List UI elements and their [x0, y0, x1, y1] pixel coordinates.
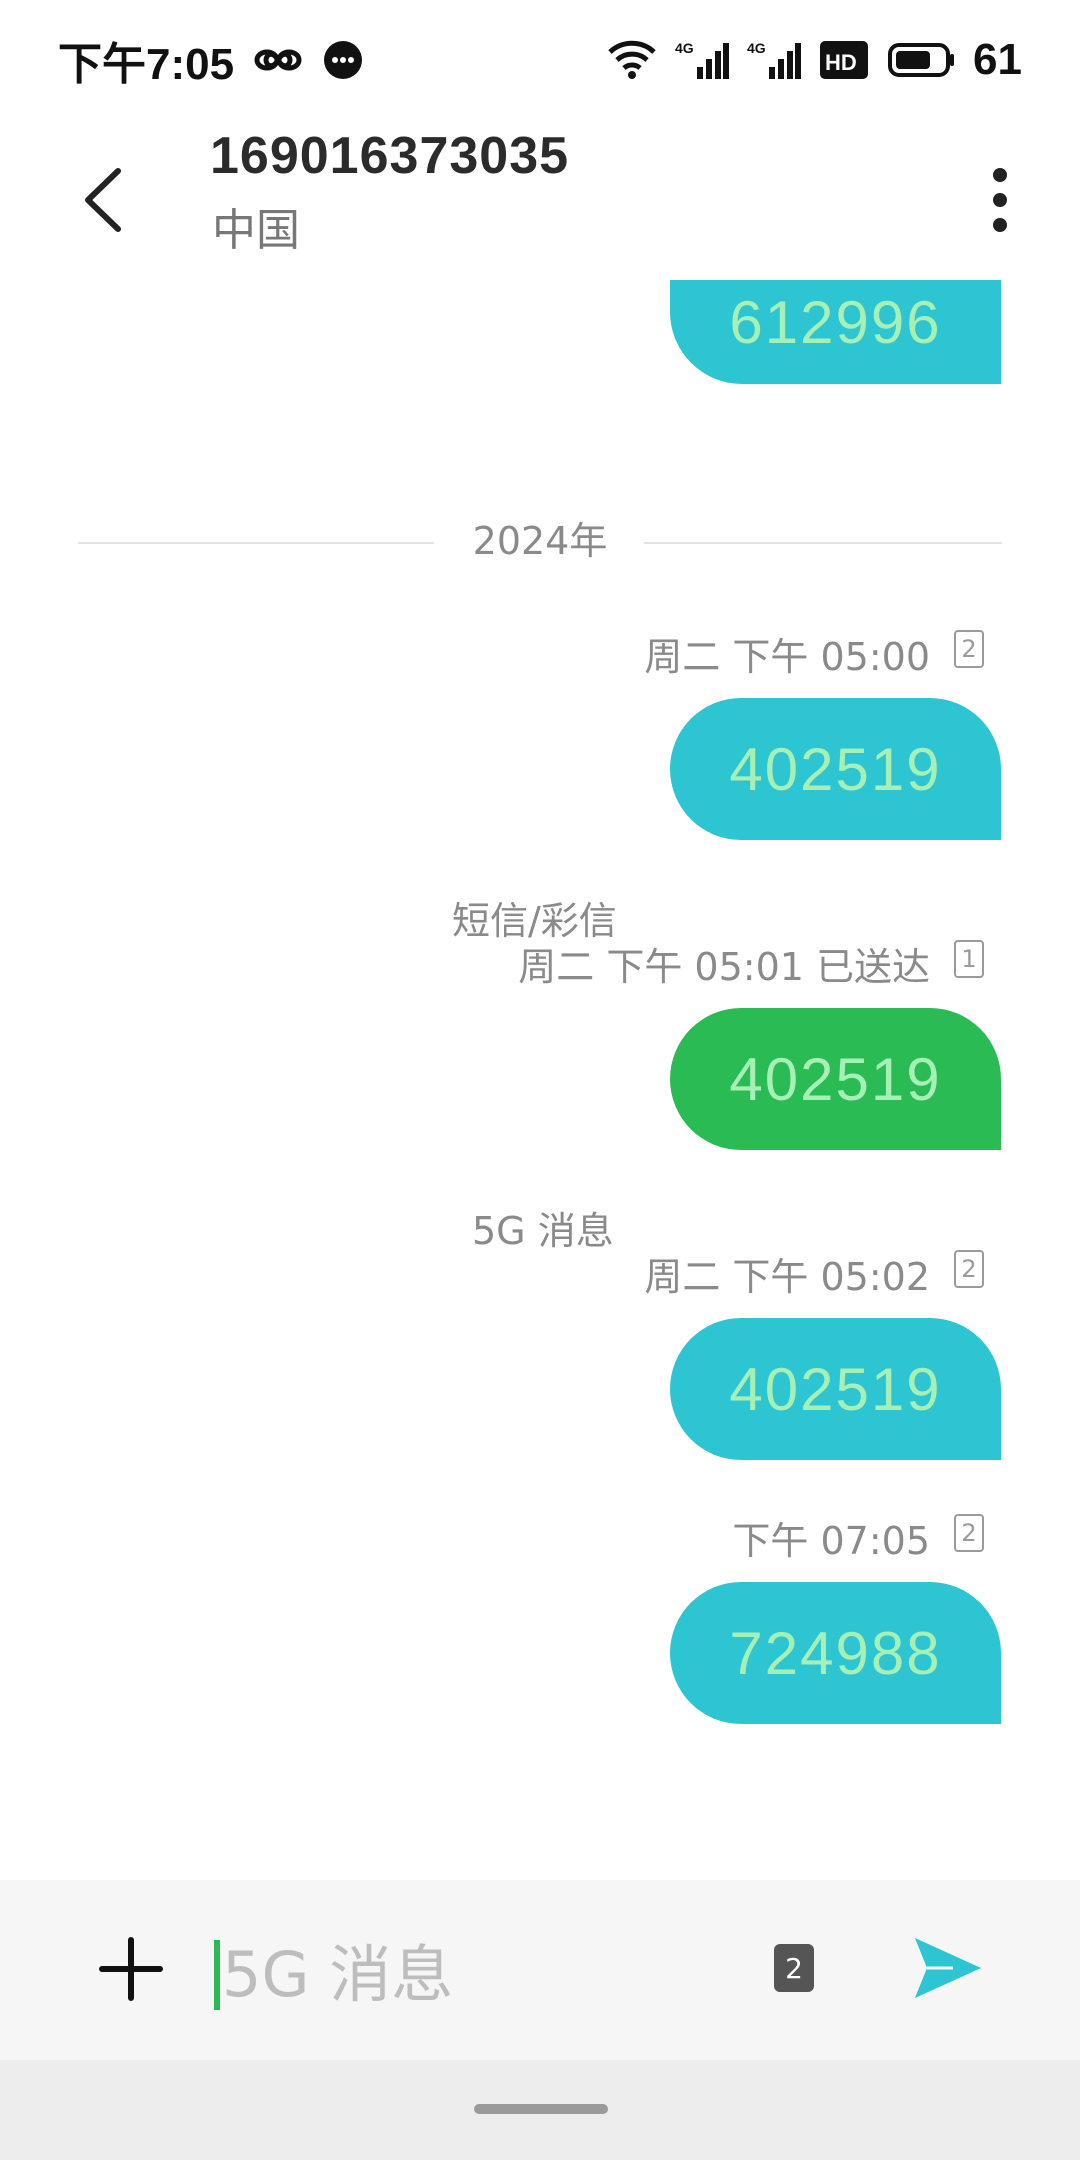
status-time: 下午7:05 — [58, 40, 235, 89]
message-timestamp: 周二 下午 05:01 已送达 — [518, 945, 930, 989]
back-arrow-icon — [85, 168, 121, 232]
conversation-header: 169016373035 中国 — [0, 120, 1080, 280]
message-type-label: 5G 消息 — [472, 1209, 614, 1253]
message-timestamp: 周二 下午 05:00 — [644, 635, 930, 679]
message-text: 402519 — [729, 1045, 942, 1113]
message-text: 724988 — [729, 1619, 942, 1687]
message-bubble[interactable]: 724988 — [670, 1582, 1001, 1724]
4g-signal-icon: 4G — [675, 39, 730, 81]
message-bubble[interactable]: 402519 — [670, 1008, 1001, 1150]
battery-icon — [887, 42, 955, 78]
svg-text:HD: HD — [825, 50, 857, 75]
message-text: 402519 — [729, 1355, 942, 1423]
message-text: 612996 — [729, 288, 942, 356]
sim-card-icon: 2 — [954, 1514, 984, 1552]
battery-level: 61 — [973, 35, 1022, 84]
contact-region: 中国 — [212, 205, 300, 256]
wifi-icon — [607, 40, 657, 80]
4g-signal-icon-2: 4G — [747, 39, 802, 81]
sim-card-icon: 2 — [954, 1250, 984, 1288]
contact-number: 169016373035 — [210, 127, 570, 185]
infinity-icon — [252, 45, 304, 75]
send-button[interactable] — [908, 1928, 988, 2008]
navigation-bar — [0, 2060, 1080, 2160]
message-timestamp: 下午 07:05 — [732, 1519, 930, 1563]
message-input[interactable] — [220, 1924, 720, 2024]
home-indicator[interactable] — [474, 2104, 608, 2114]
sim-card-icon: 1 — [954, 940, 984, 978]
svg-text:4G: 4G — [747, 40, 766, 56]
more-vertical-icon — [993, 168, 1007, 232]
svg-text:4G: 4G — [675, 40, 694, 56]
status-bar: 下午7:05 4G 4G HD 61 — [0, 0, 1080, 120]
year-divider: 2024年 — [472, 519, 608, 563]
message-bubble[interactable]: 402519 — [670, 1318, 1001, 1460]
message-list[interactable]: 612996 2024年 周二 下午 05:00 2 402519 短信/彩信 … — [0, 280, 1080, 1880]
more-options-button[interactable] — [960, 150, 1040, 250]
message-text: 402519 — [729, 735, 942, 803]
compose-bar: 2 — [0, 1880, 1080, 2060]
message-bubble[interactable]: 402519 — [670, 698, 1001, 840]
add-attachment-button[interactable] — [86, 1924, 176, 2014]
send-icon — [915, 1938, 981, 1998]
message-timestamp: 周二 下午 05:02 — [644, 1255, 930, 1299]
hd-icon: HD — [819, 40, 869, 80]
sim-switch-button[interactable]: 2 — [774, 1944, 814, 1992]
plus-icon — [99, 1937, 163, 2001]
chat-bubble-icon — [322, 39, 364, 81]
back-button[interactable] — [62, 150, 142, 250]
sim-card-icon: 2 — [954, 630, 984, 668]
message-bubble[interactable]: 612996 — [670, 280, 1001, 384]
